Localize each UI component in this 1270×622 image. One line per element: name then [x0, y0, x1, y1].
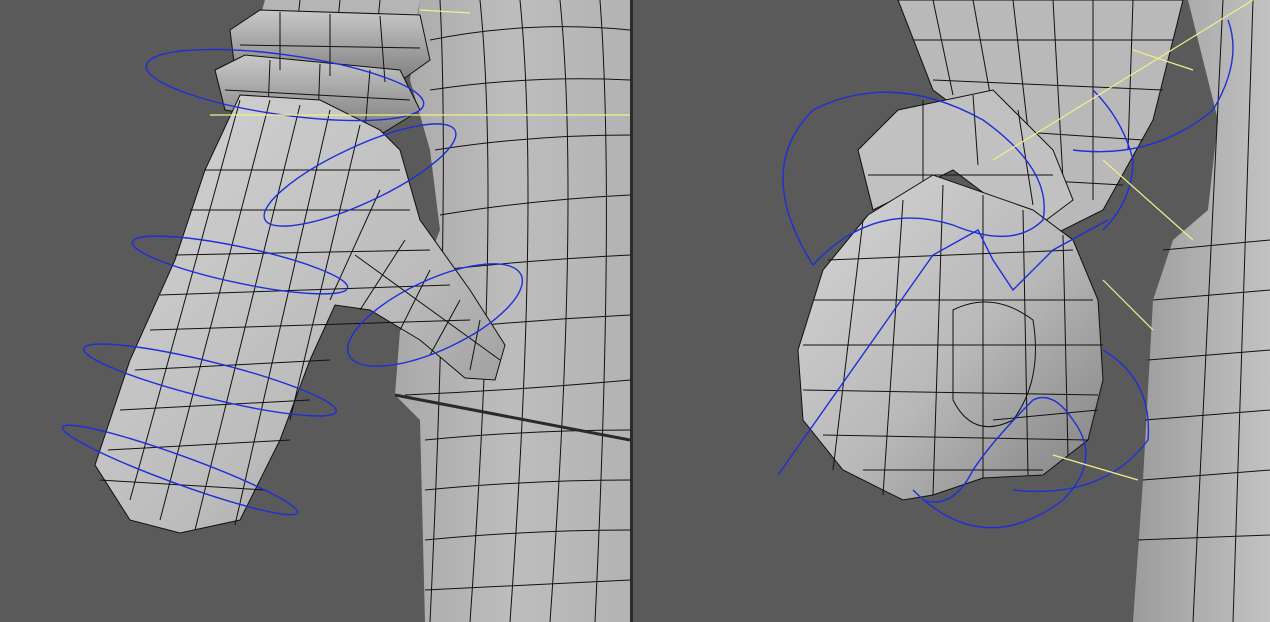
viewport-right[interactable] [633, 0, 1270, 622]
maya-viewport-split [0, 0, 1270, 622]
viewport-left[interactable] [0, 0, 630, 622]
viewport-right-canvas[interactable] [633, 0, 1270, 622]
viewport-left-canvas[interactable] [0, 0, 630, 622]
